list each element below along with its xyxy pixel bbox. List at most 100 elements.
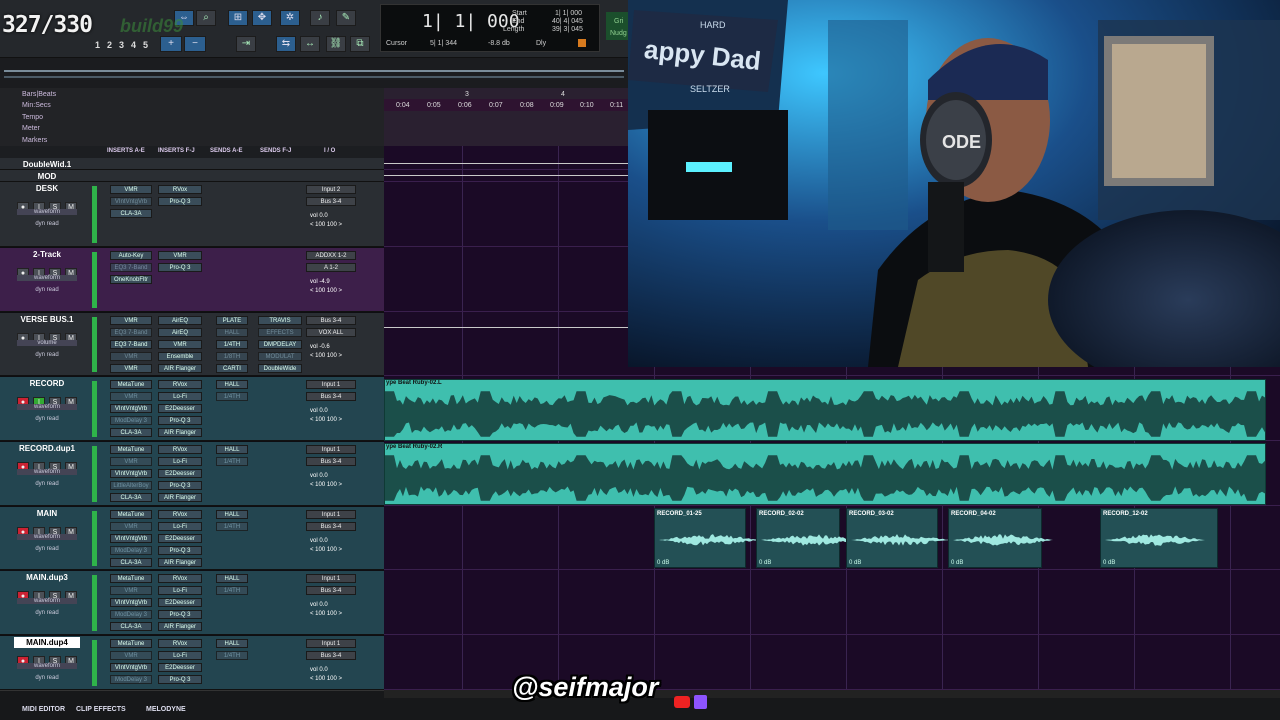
plugin-slot[interactable]: 1/4TH: [216, 392, 248, 401]
track-name[interactable]: MAIN: [14, 508, 80, 519]
record-clip[interactable]: RECORD_04-02 0 dB: [948, 508, 1053, 568]
nudge-label[interactable]: Nudg: [610, 30, 627, 37]
plugin-slot[interactable]: VMR: [110, 316, 152, 325]
zoom-preset-2[interactable]: 2: [107, 40, 112, 50]
plugin-slot[interactable]: PLATE: [216, 316, 248, 325]
beat-clip-left[interactable]: ype Beat Ruby-02.L: [384, 379, 1266, 441]
plugin-slot[interactable]: AIR Flanger: [158, 493, 202, 502]
track-name[interactable]: RECORD: [14, 378, 80, 389]
pan-value[interactable]: < 100 100 >: [310, 288, 342, 294]
trim-tool-button[interactable]: ⊞: [228, 10, 248, 26]
plugin-slot[interactable]: VMR: [110, 185, 152, 194]
plugin-slot[interactable]: 1/4TH: [216, 522, 248, 531]
plugin-slot[interactable]: RVox: [158, 185, 202, 194]
plugin-slot[interactable]: VIntVntgVrb: [110, 598, 152, 607]
record-clip[interactable]: RECORD_01-25 0 dB: [654, 508, 759, 568]
io-output-selector[interactable]: Bus 3-4: [306, 197, 356, 206]
ruler-markers[interactable]: Markers: [22, 137, 47, 144]
volume-value[interactable]: vol 0.0: [310, 602, 328, 608]
plugin-slot[interactable]: AIR Flanger: [158, 364, 202, 373]
plugin-slot[interactable]: RVox: [158, 445, 202, 454]
zoom-preset-1[interactable]: 1: [95, 40, 100, 50]
plugin-slot[interactable]: Pro-Q 3: [158, 675, 202, 684]
track-0[interactable]: DoubleWid.1: [0, 158, 384, 170]
io-output-selector[interactable]: Bus 3-4: [306, 392, 356, 401]
plugin-slot[interactable]: CLA-3A: [110, 428, 152, 437]
track-6[interactable]: RECORD.dup1 ● I S Mwaveform dyn read MetaTune V…: [0, 442, 384, 506]
io-output-selector[interactable]: A 1-2: [306, 263, 356, 272]
plugin-slot[interactable]: Pro-Q 3: [158, 197, 202, 206]
track-name[interactable]: MAIN.dup3: [14, 572, 80, 583]
plugin-slot[interactable]: MetaTune: [110, 380, 152, 389]
plugin-slot[interactable]: VIntVntgVrb: [110, 197, 152, 206]
plugin-slot[interactable]: RVox: [158, 639, 202, 648]
io-input-selector[interactable]: Input 2: [306, 185, 356, 194]
grid-label[interactable]: Gri: [614, 18, 623, 25]
track-9[interactable]: MAIN.dup4 ● I S Mwaveform dyn read MetaTune VMR…: [0, 636, 384, 690]
plugin-slot[interactable]: Pro-Q 3: [158, 610, 202, 619]
plugin-slot[interactable]: Lo-Fi: [158, 522, 202, 531]
nudge-icon[interactable]: ⇥: [236, 36, 256, 52]
ruler-tempo[interactable]: Tempo: [22, 114, 43, 121]
ruler-meter[interactable]: Meter: [22, 125, 40, 132]
plugin-slot[interactable]: CARTI: [216, 364, 248, 373]
tab-to-transient-icon[interactable]: ↔: [300, 36, 320, 52]
grid-icon[interactable]: ⇆: [276, 36, 296, 52]
plugin-slot[interactable]: Lo-Fi: [158, 392, 202, 401]
plugin-slot[interactable]: LittleAlterBoy: [110, 481, 152, 490]
universe-overview[interactable]: [0, 58, 630, 88]
automation-mode[interactable]: dyn read: [17, 481, 77, 487]
link-icon[interactable]: ⛓: [326, 36, 346, 52]
automation-mode[interactable]: dyn read: [17, 675, 77, 681]
plugin-slot[interactable]: Lo-Fi: [158, 586, 202, 595]
plugin-slot[interactable]: HALL: [216, 574, 248, 583]
plugin-slot[interactable]: ModDelay 3: [110, 546, 152, 555]
automation-mode[interactable]: dyn read: [17, 416, 77, 422]
plugin-slot[interactable]: E2Deesser: [158, 663, 202, 672]
plugin-slot[interactable]: VIntVntgVrb: [110, 534, 152, 543]
track-5[interactable]: RECORD ● I S Mwaveform dyn read MetaTune VMR VIn…: [0, 377, 384, 441]
track-name[interactable]: DoubleWid.1: [14, 159, 80, 170]
plugin-slot[interactable]: VMR: [110, 392, 152, 401]
track-8[interactable]: MAIN.dup3 ● I S Mwaveform dyn read MetaTune VMR…: [0, 571, 384, 635]
volume-value[interactable]: vol 0.0: [310, 667, 328, 673]
plugin-slot[interactable]: EQ3 7-Band: [110, 328, 152, 337]
record-clip[interactable]: RECORD_02-02 0 dB: [756, 508, 861, 568]
plugin-slot[interactable]: VMR: [110, 457, 152, 466]
plugin-slot[interactable]: RVox: [158, 574, 202, 583]
plugin-slot[interactable]: VMR: [110, 586, 152, 595]
track-name[interactable]: DESK: [14, 183, 80, 194]
plugin-slot[interactable]: HALL: [216, 328, 248, 337]
track-name[interactable]: MAIN.dup4: [14, 637, 80, 648]
plugin-slot[interactable]: 1/4TH: [216, 586, 248, 595]
zoom-preset-3[interactable]: 3: [119, 40, 124, 50]
io-output-selector[interactable]: Bus 3-4: [306, 457, 356, 466]
volume-value[interactable]: vol 0.0: [310, 473, 328, 479]
track-view-selector[interactable]: waveform: [17, 534, 77, 540]
io-input-selector[interactable]: ADDXX 1-2: [306, 251, 356, 260]
plugin-slot[interactable]: OneKnobFltr: [110, 275, 152, 284]
pan-value[interactable]: < 100 100 >: [310, 353, 342, 359]
zoom-in-button[interactable]: +: [160, 36, 182, 52]
plugin-slot[interactable]: Pro-Q 3: [158, 416, 202, 425]
plugin-slot[interactable]: Pro-Q 3: [158, 263, 202, 272]
ruler-min-secs[interactable]: Min:Secs: [22, 102, 51, 109]
ruler-bars-beats[interactable]: Bars|Beats: [22, 91, 56, 98]
record-clip[interactable]: RECORD_12-02 0 dB: [1100, 508, 1218, 568]
speaker-icon[interactable]: ♪: [310, 10, 330, 26]
plugin-slot[interactable]: 1/8TH: [216, 352, 248, 361]
smart-tool-button[interactable]: ✲: [280, 10, 300, 26]
track-3[interactable]: 2-Track ● I S Mwaveform dyn read Auto-Key EQ3 7…: [0, 248, 384, 312]
zoom-preset-5[interactable]: 5: [143, 40, 148, 50]
plugin-slot[interactable]: VIntVntgVrb: [110, 663, 152, 672]
track-4[interactable]: VERSE BUS.1 ● I S Mvolume dyn read VMR EQ3 7-Ba…: [0, 313, 384, 376]
plugin-slot[interactable]: Lo-Fi: [158, 457, 202, 466]
plugin-slot[interactable]: MetaTune: [110, 445, 152, 454]
plugin-slot[interactable]: VIntVntgVrb: [110, 469, 152, 478]
pan-value[interactable]: < 100 100 >: [310, 611, 342, 617]
plugin-slot[interactable]: VMR: [158, 251, 202, 260]
plugin-slot[interactable]: VMR: [110, 352, 152, 361]
io-input-selector[interactable]: Input 1: [306, 574, 356, 583]
io-input-selector[interactable]: Input 1: [306, 639, 356, 648]
io-output-selector[interactable]: Bus 3-4: [306, 651, 356, 660]
